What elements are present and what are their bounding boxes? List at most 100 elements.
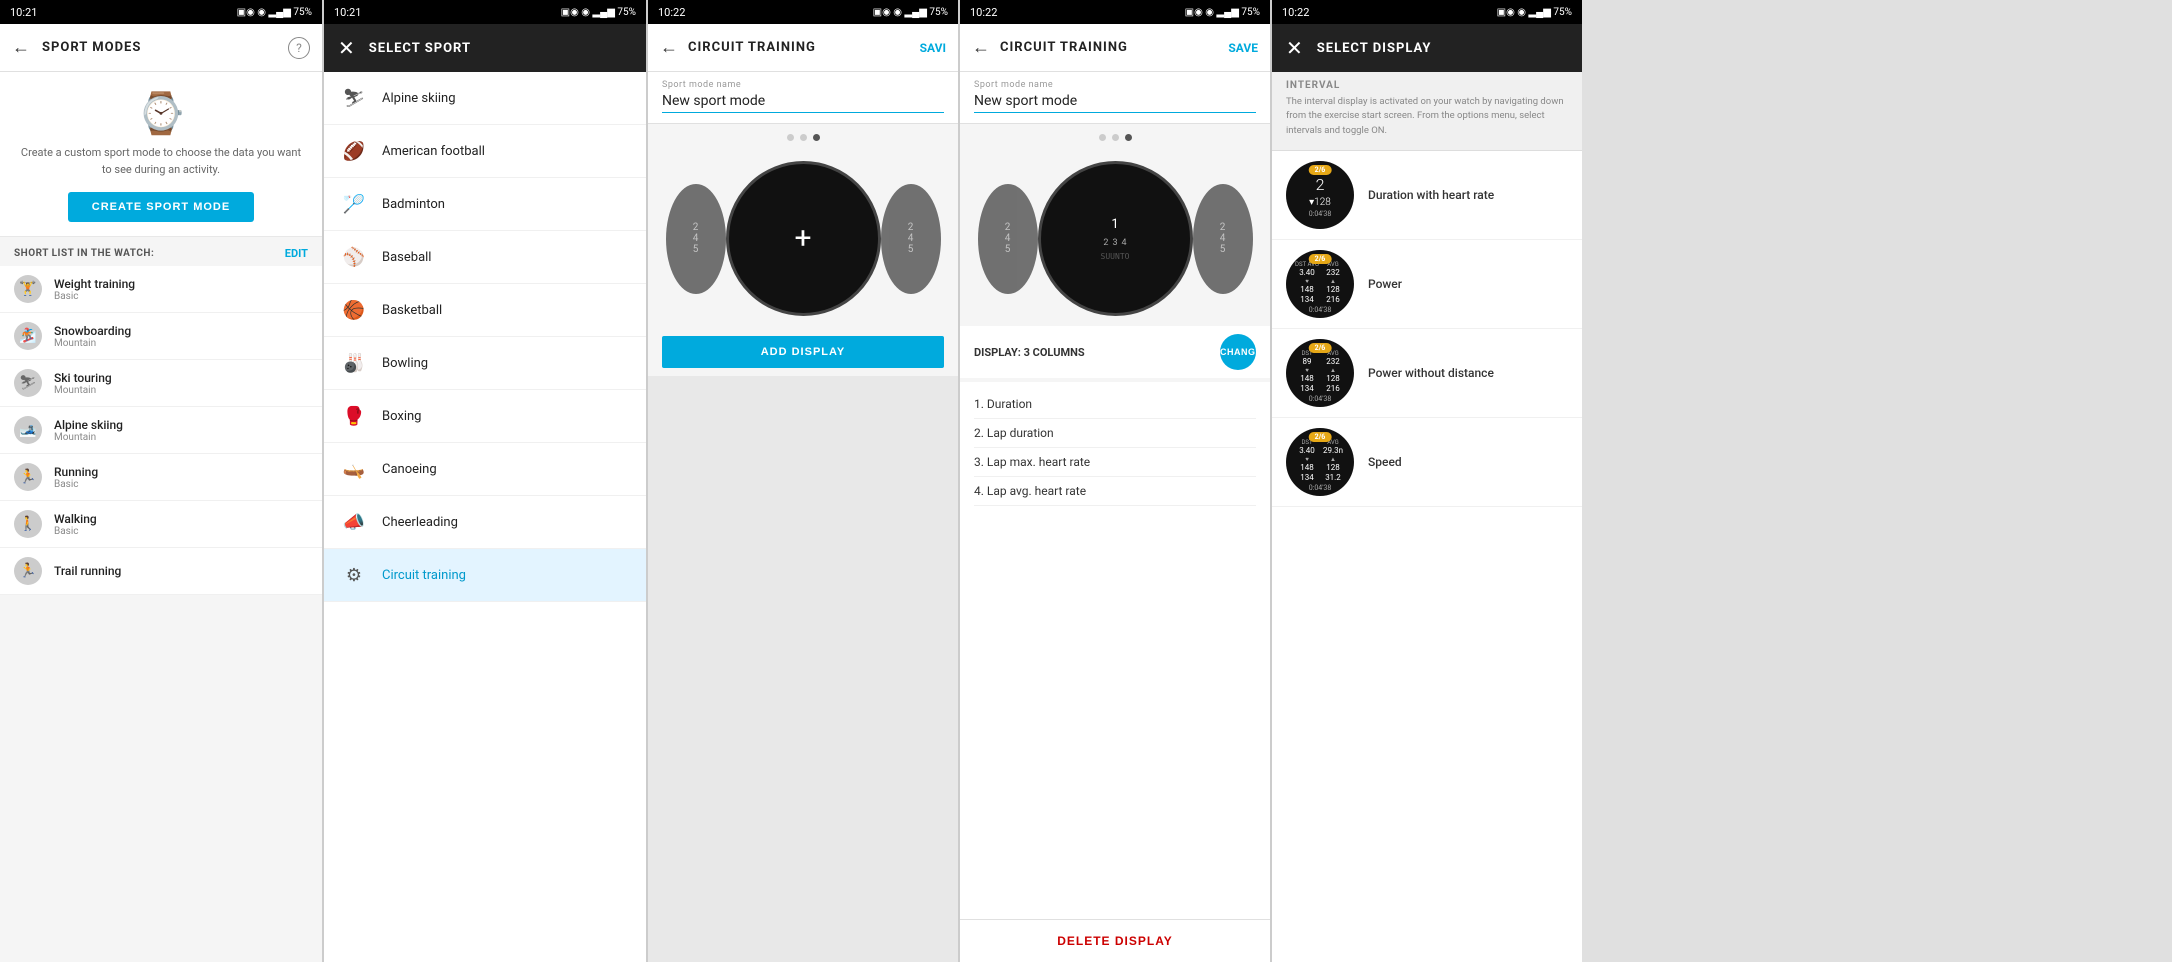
close-button[interactable]: ✕ [338, 36, 355, 60]
panel-circuit-add: 10:22 ▣◉ ◉ ▂▄▆ 75% ← CIRCUIT TRAINING SA… [648, 0, 958, 962]
dot-1 [787, 134, 794, 141]
plus-icon: + [794, 221, 811, 256]
status-time-2: 10:21 [334, 6, 361, 19]
status-time-5: 10:22 [1282, 6, 1309, 19]
baseball-icon: ⚾ [340, 243, 368, 271]
watch-thumb-3: 2/6 DST 89 ♥ 148 AVG 232 ▲ 12 [1286, 339, 1354, 407]
sport-option-cheerleading[interactable]: 📣 Cheerleading [324, 496, 646, 549]
back-button-1[interactable]: ← [12, 37, 30, 58]
sport-icon-walk: 🚶 [14, 510, 42, 538]
list-item[interactable]: 🚶 Walking Basic [0, 501, 322, 548]
interval-label: INTERVAL [1286, 80, 1568, 91]
edit-button[interactable]: EDIT [285, 247, 308, 260]
dot-4-3 [1125, 134, 1132, 141]
watch-thumb-4: 2/6 DST 3.40 ♥ 148 AVG 29.3n ▲ [1286, 428, 1354, 496]
display-option-duration-hr[interactable]: 2/6 2 ▾128 0:04'38 Duration with heart r… [1272, 151, 1582, 240]
sport-name: Walking [54, 512, 97, 526]
display-item-4[interactable]: 4. Lap avg. heart rate [974, 477, 1256, 506]
badge-4: 2/6 [1309, 432, 1332, 442]
sport-option-bowling[interactable]: 🎳 Bowling [324, 337, 646, 390]
display-option-speed[interactable]: 2/6 DST 3.40 ♥ 148 AVG 29.3n ▲ [1272, 418, 1582, 507]
field-value-3[interactable]: New sport mode [662, 93, 944, 113]
boxing-label: Boxing [382, 409, 421, 424]
status-icons-1: ▣◉ ◉ ▂▄▆ 75% [237, 7, 312, 18]
sport-icon-snow: 🏂 [14, 322, 42, 350]
close-button-5[interactable]: ✕ [1286, 36, 1303, 60]
canoeing-label: Canoeing [382, 462, 437, 477]
display-item-2[interactable]: 2. Lap duration [974, 419, 1256, 448]
back-button-4[interactable]: ← [972, 37, 990, 58]
sport-name: Snowboarding [54, 324, 131, 338]
circuit-title-4: CIRCUIT TRAINING [1000, 40, 1228, 55]
create-sport-mode-button[interactable]: CREATE SPORT MODE [68, 192, 254, 222]
status-time-3: 10:22 [658, 6, 685, 19]
list-item[interactable]: 🏃 Trail running [0, 548, 322, 595]
watch-main-4: 1 2 3 4 SUUNTO [1038, 161, 1193, 316]
display-item-1[interactable]: 1. Duration [974, 390, 1256, 419]
sport-name-field-4: Sport mode name New sport mode [960, 72, 1270, 124]
signal-icon-1: ▣◉ ◉ ▂▄▆ 75% [237, 7, 312, 18]
badge-2: 2/6 [1309, 254, 1332, 264]
sport-sub: Mountain [54, 385, 112, 396]
add-display-button[interactable]: ADD DISPLAY [662, 336, 944, 368]
display-option-power-nodist[interactable]: 2/6 DST 89 ♥ 148 AVG 232 ▲ 12 [1272, 329, 1582, 418]
sport-icon-weight: 🏋 [14, 275, 42, 303]
field-label-3: Sport mode name [662, 80, 944, 90]
sport-sub: Basic [54, 291, 135, 302]
football-icon: 🏈 [340, 137, 368, 165]
display-item-3[interactable]: 3. Lap max. heart rate [974, 448, 1256, 477]
sport-icon-ski: ⛷ [14, 369, 42, 397]
delete-display-button[interactable]: DELETE DISPLAY [960, 919, 1270, 962]
field-label-4: Sport mode name [974, 80, 1256, 90]
football-label: American football [382, 144, 485, 159]
save-button-4[interactable]: SAVE [1228, 41, 1258, 55]
bowling-icon: 🎳 [340, 349, 368, 377]
page-dots-4 [960, 124, 1270, 151]
sport-sub: Mountain [54, 432, 123, 443]
sport-option-american-football[interactable]: 🏈 American football [324, 125, 646, 178]
placeholder-area-3 [648, 376, 958, 962]
circuit-label: Circuit training [382, 568, 466, 583]
sport-name: Ski touring [54, 371, 112, 385]
short-list-header: SHORT LIST IN THE WATCH: EDIT [0, 237, 322, 266]
panel-select-sport: 10:21 ▣◉ ◉ ▂▄▆ 75% ✕ SELECT SPORT ⛷ Alpi… [324, 0, 646, 962]
select-display-title: SELECT DISPLAY [1317, 41, 1432, 56]
sport-option-boxing[interactable]: 🥊 Boxing [324, 390, 646, 443]
hero-description: Create a custom sport mode to choose the… [20, 145, 302, 178]
status-icons-2: ▣◉ ◉ ▂▄▆ 75% [561, 7, 636, 18]
basketball-label: Basketball [382, 303, 442, 318]
sport-name: Trail running [54, 564, 121, 578]
help-button[interactable]: ? [288, 37, 310, 59]
watch-left: 2 4 5 [666, 184, 726, 294]
watch-left-4: 2 4 5 [978, 184, 1038, 294]
option-label-2: Power [1368, 277, 1402, 291]
panel-sport-modes: 10:21 ▣◉ ◉ ▂▄▆ 75% ← SPORT MODES ? ⌚ Cre… [0, 0, 322, 962]
list-item[interactable]: 🏂 Snowboarding Mountain [0, 313, 322, 360]
watch-main-3: + [726, 161, 881, 316]
field-value-4[interactable]: New sport mode [974, 93, 1256, 113]
sport-option-basketball[interactable]: 🏀 Basketball [324, 284, 646, 337]
option-label-1: Duration with heart rate [1368, 188, 1494, 202]
display-option-power[interactable]: 2/6 DST AVG 3.40 ♥ 148 AVG 232 ▲ [1272, 240, 1582, 329]
hero-section: ⌚ Create a custom sport mode to choose t… [0, 72, 322, 237]
save-button-3[interactable]: SAVI [920, 41, 946, 55]
back-button-3[interactable]: ← [660, 37, 678, 58]
list-item[interactable]: 🏃 Running Basic [0, 454, 322, 501]
list-item[interactable]: ⛷ Ski touring Mountain [0, 360, 322, 407]
sport-option-baseball[interactable]: ⚾ Baseball [324, 231, 646, 284]
display-options-list: 2/6 2 ▾128 0:04'38 Duration with heart r… [1272, 151, 1582, 962]
list-item[interactable]: 🏋 Weight training Basic [0, 266, 322, 313]
dot-3 [813, 134, 820, 141]
status-bar-1: 10:21 ▣◉ ◉ ▂▄▆ 75% [0, 0, 322, 24]
sport-list: 🏋 Weight training Basic 🏂 Snowboarding M… [0, 266, 322, 962]
sport-option-circuit-training[interactable]: ⚙ Circuit training [324, 549, 646, 602]
sport-option-badminton[interactable]: 🏸 Badminton [324, 178, 646, 231]
list-item[interactable]: 🎿 Alpine skiing Mountain [0, 407, 322, 454]
alpine-icon: ⛷ [340, 84, 368, 112]
sport-sub: Basic [54, 526, 97, 537]
status-bar-3: 10:22 ▣◉ ◉ ▂▄▆ 75% [648, 0, 958, 24]
sport-option-canoeing[interactable]: 🛶 Canoeing [324, 443, 646, 496]
sport-option-alpine[interactable]: ⛷ Alpine skiing [324, 72, 646, 125]
badge-3: 2/6 [1309, 343, 1332, 353]
change-button[interactable]: CHANGE [1220, 334, 1256, 370]
